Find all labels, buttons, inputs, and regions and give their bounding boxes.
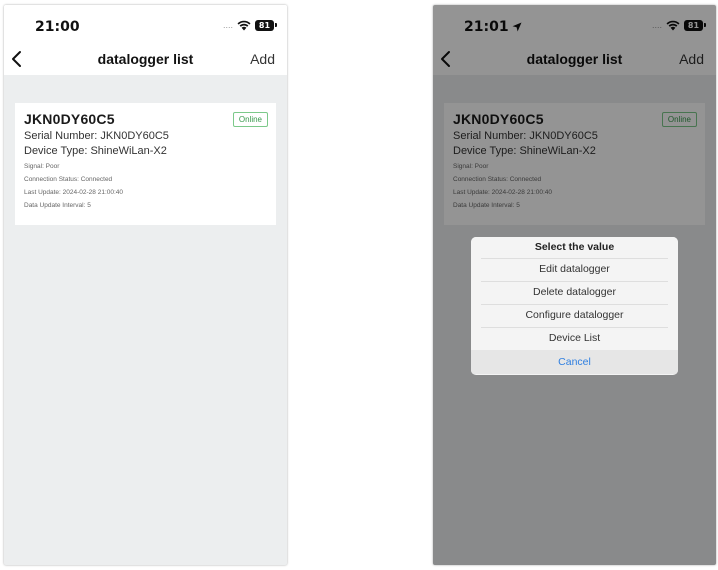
battery-icon: 81: [255, 19, 277, 31]
phone-screen-action-sheet: 21:01 .... 81 datalogger list Add JKN0DY…: [433, 5, 716, 565]
wifi-icon: [237, 20, 251, 31]
signal-strength: Signal: Poor: [24, 163, 60, 170]
status-icons: .... 81: [223, 19, 277, 31]
edit-datalogger-option[interactable]: Edit datalogger: [471, 258, 678, 281]
connection-status: Connection Status: Connected: [24, 176, 113, 183]
status-time: 21:00: [35, 19, 80, 35]
phone-screen-datalogger-list: 21:00 .... 81 datalogger list Add JKN0DY…: [4, 5, 287, 565]
status-bar: 21:00 .... 81: [4, 5, 287, 43]
device-name: JKN0DY60C5: [24, 111, 115, 127]
datalogger-card[interactable]: JKN0DY60C5 Online Serial Number: JKN0DY6…: [15, 103, 276, 225]
navigation-bar: datalogger list Add: [4, 43, 287, 75]
cancel-button[interactable]: Cancel: [471, 350, 678, 374]
page-title: datalogger list: [97, 51, 194, 67]
action-sheet: Select the value Edit datalogger Delete …: [471, 237, 678, 375]
add-button[interactable]: Add: [250, 51, 275, 67]
data-update-interval: Data Update Interval: 5: [24, 202, 91, 209]
device-type: Device Type: ShineWiLan-X2: [24, 145, 167, 157]
configure-datalogger-option[interactable]: Configure datalogger: [471, 304, 678, 327]
delete-datalogger-option[interactable]: Delete datalogger: [471, 281, 678, 304]
serial-number: Serial Number: JKN0DY60C5: [24, 130, 169, 142]
action-sheet-title: Select the value: [471, 237, 678, 258]
status-badge: Online: [232, 112, 268, 127]
device-list-option[interactable]: Device List: [471, 327, 678, 350]
last-update: Last Update: 2024-02-28 21:00:40: [24, 189, 124, 196]
battery-level: 81: [255, 19, 274, 31]
signal-dots: ....: [222, 20, 233, 30]
